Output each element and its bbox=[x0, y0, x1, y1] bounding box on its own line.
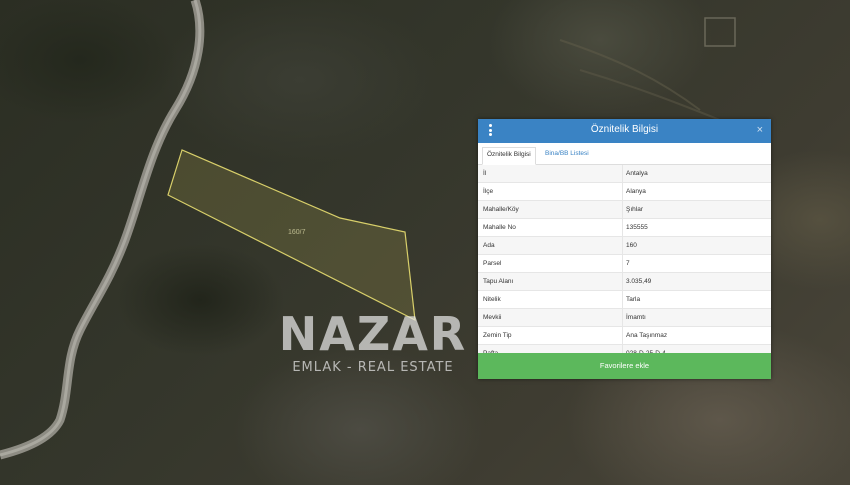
parcel-label: 160/7 bbox=[288, 229, 306, 236]
attribute-panel: Öznitelik Bilgisi × Öznitelik Bilgisi Bi… bbox=[478, 119, 771, 379]
row-value: İmamtı bbox=[626, 314, 646, 321]
row-key: Tapu Alanı bbox=[478, 273, 623, 290]
row-key: Mevkii bbox=[478, 309, 623, 326]
watermark-subtitle: EMLAK - REAL ESTATE bbox=[292, 360, 454, 375]
row-key: İlçe bbox=[478, 183, 623, 200]
row-key: Mahalle No bbox=[478, 219, 623, 236]
row-value: 3.035,49 bbox=[626, 278, 652, 285]
panel-title: Öznitelik Bilgisi bbox=[590, 124, 659, 135]
panel-header: Öznitelik Bilgisi × bbox=[478, 119, 771, 143]
table-row: Tapu Alanı 3.035,49 bbox=[478, 273, 771, 291]
table-row: Ada 160 bbox=[478, 237, 771, 255]
table-row: Zemin Tip Ana Taşınmaz bbox=[478, 327, 771, 345]
add-to-favorites-button[interactable]: Favorilere ekle bbox=[478, 353, 771, 379]
watermark-title: NAZAR bbox=[278, 307, 468, 361]
watermark-logo: NAZAR EMLAK - REAL ESTATE bbox=[278, 310, 468, 375]
row-value: 135555 bbox=[626, 224, 648, 231]
row-value: 7 bbox=[626, 260, 630, 267]
row-key: Ada bbox=[478, 237, 623, 254]
row-value: 160 bbox=[626, 242, 637, 249]
row-key: İl bbox=[478, 165, 623, 182]
row-value: Antalya bbox=[626, 170, 648, 177]
row-key: Mahalle/Köy bbox=[478, 201, 623, 218]
table-row: Nitelik Tarla bbox=[478, 291, 771, 309]
table-row: İl Antalya bbox=[478, 165, 771, 183]
row-key: Zemin Tip bbox=[478, 327, 623, 344]
panel-tabs: Öznitelik Bilgisi Bina/BB Listesi bbox=[478, 143, 771, 165]
table-row: İlçe Alanya bbox=[478, 183, 771, 201]
tab-attribute-info[interactable]: Öznitelik Bilgisi bbox=[482, 147, 536, 165]
tab-building-list[interactable]: Bina/BB Listesi bbox=[541, 147, 593, 163]
road bbox=[0, 0, 205, 460]
row-key: Parsel bbox=[478, 255, 623, 272]
row-key: Nitelik bbox=[478, 291, 623, 308]
table-row: Mahalle/Köy Şıhlar bbox=[478, 201, 771, 219]
table-row: Mahalle No 135555 bbox=[478, 219, 771, 237]
row-value: Alanya bbox=[626, 188, 646, 195]
attribute-table: İl Antalya İlçe Alanya Mahalle/Köy Şıhlar Maha… bbox=[478, 165, 771, 363]
table-row: Parsel 7 bbox=[478, 255, 771, 273]
close-icon[interactable]: × bbox=[757, 124, 763, 136]
row-value: Şıhlar bbox=[626, 206, 643, 213]
row-value: Tarla bbox=[626, 296, 641, 303]
table-row: Mevkii İmamtı bbox=[478, 309, 771, 327]
row-value: Ana Taşınmaz bbox=[626, 332, 668, 339]
